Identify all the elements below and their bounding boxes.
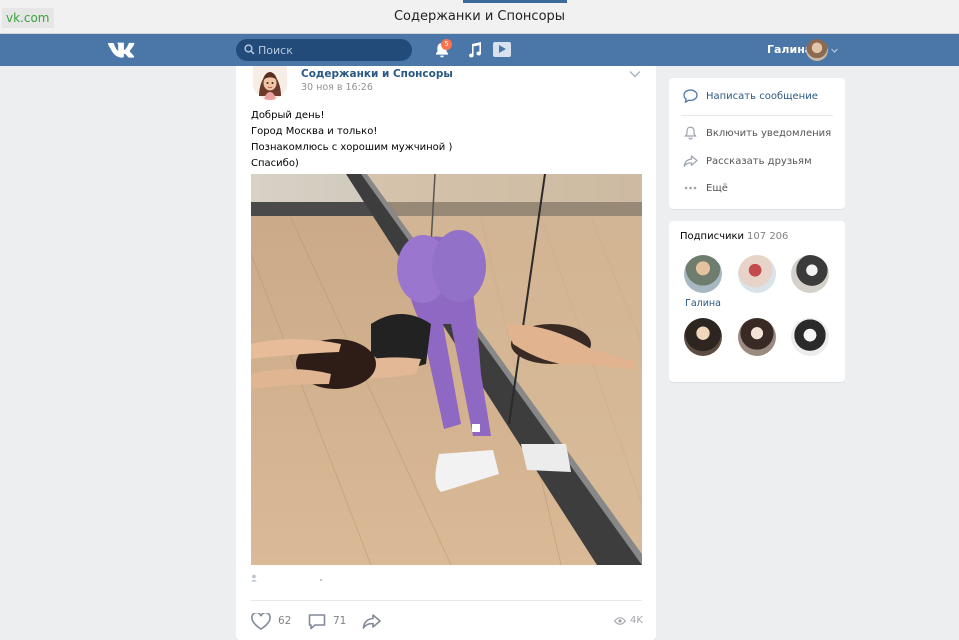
action-label: Включить уведомления	[706, 127, 832, 139]
post-divider	[251, 600, 642, 601]
share-with-friends-action[interactable]: Рассказать друзьям	[682, 152, 812, 170]
action-label: Рассказать друзьям	[706, 155, 812, 167]
subscriber-avatar[interactable]	[738, 255, 776, 293]
group-actions-panel: Написать сообщение Включить уведомления …	[669, 78, 845, 209]
comment-button[interactable]: 71	[308, 611, 346, 631]
post-date[interactable]: 30 ноя в 16:26	[301, 82, 373, 93]
action-label: Написать сообщение	[706, 90, 818, 102]
subscriber-avatar[interactable]	[791, 318, 829, 356]
comment-count: 71	[333, 615, 347, 627]
wall-post: Содержанки и Спонсоры 30 ноя в 16:26 Доб…	[236, 66, 656, 640]
subscriber-avatar[interactable]	[791, 255, 829, 293]
vk-logo-icon[interactable]	[108, 41, 136, 59]
post-meta-author-icon	[251, 574, 322, 582]
like-button[interactable]: 62	[251, 611, 291, 631]
actions-divider	[681, 115, 833, 116]
subscriber-avatar[interactable]	[738, 318, 776, 356]
browser-toolbar: Содержанки и Спонсоры vk.com	[0, 0, 959, 34]
views-count: 4K	[630, 615, 643, 626]
header-user-avatar[interactable]	[806, 39, 828, 61]
subscribers-count: 107 206	[747, 231, 789, 242]
search-input[interactable]	[258, 39, 408, 61]
post-text: Добрый день! Город Москва и только! Позн…	[251, 108, 641, 172]
post-text-line: Познакомлюсь с хорошим мужчиной )	[251, 142, 453, 153]
share-icon	[682, 153, 698, 169]
site-header: 5 Галина	[0, 34, 959, 66]
share-button[interactable]	[362, 611, 389, 631]
like-count: 62	[278, 615, 292, 627]
music-icon[interactable]	[468, 42, 482, 58]
send-message-action[interactable]: Написать сообщение	[682, 87, 818, 105]
post-menu-chevron-icon[interactable]	[629, 70, 641, 78]
eye-icon	[614, 616, 626, 625]
post-text-line: Город Москва и только!	[251, 126, 378, 137]
post-text-line: Спасибо)	[251, 158, 299, 169]
group-avatar[interactable]	[253, 66, 287, 100]
more-action[interactable]: Ещё	[682, 179, 728, 197]
window-title: Содержанки и Спонсоры	[393, 9, 566, 24]
views-counter: 4K	[614, 615, 643, 626]
post-photo[interactable]	[251, 174, 642, 565]
bell-icon	[682, 125, 698, 141]
more-icon	[682, 180, 698, 196]
subscribers-title: Подписчики	[680, 231, 745, 242]
search-icon	[244, 44, 255, 55]
message-icon	[682, 88, 698, 104]
enable-notifications-action[interactable]: Включить уведомления	[682, 124, 831, 142]
loading-progress	[463, 0, 567, 3]
subscribers-header[interactable]: Подписчики 107 206	[680, 231, 788, 242]
subscriber-avatar[interactable]	[684, 318, 722, 356]
post-group-name[interactable]: Содержанки и Спонсоры	[301, 68, 453, 80]
share-arrow-icon	[362, 614, 381, 629]
post-text-line: Добрый день!	[251, 110, 325, 121]
notification-count-badge: 5	[441, 39, 452, 50]
heart-icon	[251, 612, 271, 630]
action-label: Ещё	[706, 182, 728, 194]
chevron-down-icon[interactable]	[831, 47, 838, 54]
search-box[interactable]	[236, 39, 412, 61]
video-icon[interactable]	[493, 42, 511, 57]
subscriber-avatar[interactable]	[684, 255, 722, 293]
comment-icon	[308, 613, 326, 629]
address-bar[interactable]: vk.com	[2, 8, 54, 28]
subscriber-name[interactable]: Галина	[684, 298, 722, 309]
